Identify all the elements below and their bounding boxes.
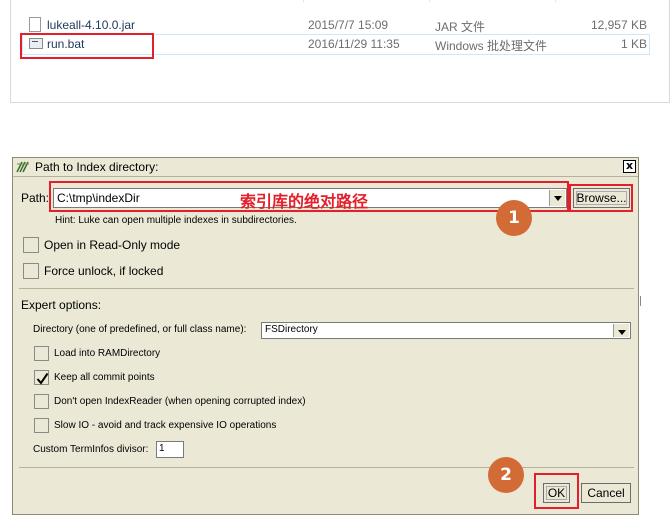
hint-text: Hint: Luke can open multiple indexes in … bbox=[55, 215, 297, 226]
batch-file-icon bbox=[29, 38, 43, 49]
file-name: lukeall-4.10.0.jar bbox=[47, 18, 136, 32]
column-separator[interactable] bbox=[555, 0, 556, 2]
keep-commit-points-checkbox[interactable] bbox=[34, 370, 49, 385]
annotation-absolute-path: 索引库的绝对路径 bbox=[240, 192, 369, 211]
slow-io-checkbox[interactable] bbox=[34, 418, 49, 433]
luke-app-icon bbox=[16, 161, 29, 173]
column-header-row bbox=[11, 0, 669, 6]
chevron-down-icon[interactable] bbox=[613, 324, 629, 337]
cancel-button[interactable]: Cancel bbox=[581, 483, 631, 503]
file-type: JAR 文件 bbox=[435, 20, 486, 34]
background-window-edge bbox=[640, 296, 641, 306]
checkmark-icon bbox=[36, 372, 49, 385]
readonly-label: Open in Read-Only mode bbox=[44, 238, 181, 252]
step-badge-1: 1 bbox=[496, 200, 532, 236]
ok-button-label: OK bbox=[547, 485, 566, 500]
file-type: Windows 批处理文件 bbox=[435, 39, 548, 53]
browse-button[interactable]: Browse... bbox=[573, 188, 630, 208]
file-row-jar[interactable]: lukeall-4.10.0.jar 2015/7/7 15:09 JAR 文件… bbox=[23, 16, 649, 35]
step-badge-2: 2 bbox=[488, 457, 524, 493]
explorer-file-list: lukeall-4.10.0.jar 2015/7/7 15:09 JAR 文件… bbox=[10, 0, 670, 103]
expert-options-title: Expert options: bbox=[21, 298, 102, 312]
path-to-index-dialog: Path to Index directory: x Path: C:\tmp\… bbox=[12, 157, 639, 515]
close-icon[interactable]: x bbox=[623, 160, 636, 173]
chevron-down-icon[interactable] bbox=[549, 190, 565, 206]
file-date: 2016/11/29 11:35 bbox=[308, 37, 400, 51]
divider bbox=[19, 467, 634, 468]
ok-button[interactable]: OK bbox=[543, 483, 570, 503]
file-size: 1 KB bbox=[620, 37, 647, 51]
slow-io-label: Slow IO - avoid and track expensive IO o… bbox=[54, 420, 277, 431]
divider bbox=[19, 288, 634, 289]
keep-commit-points-label: Keep all commit points bbox=[54, 372, 155, 383]
column-separator[interactable] bbox=[429, 0, 430, 2]
file-name: run.bat bbox=[47, 37, 85, 51]
browse-button-label: Browse... bbox=[576, 190, 627, 205]
file-row-bat[interactable]: run.bat 2016/11/29 11:35 Windows 批处理文件 1… bbox=[22, 34, 650, 55]
path-label: Path: bbox=[21, 191, 50, 205]
force-unlock-label: Force unlock, if locked bbox=[44, 264, 164, 278]
ram-directory-checkbox[interactable] bbox=[34, 346, 49, 361]
dialog-title: Path to Index directory: bbox=[35, 160, 159, 174]
file-size: 12,957 KB bbox=[590, 18, 647, 32]
force-unlock-checkbox[interactable] bbox=[23, 263, 39, 279]
directory-value[interactable]: FSDirectory bbox=[265, 324, 318, 335]
divisor-input[interactable]: 1 bbox=[156, 441, 184, 458]
file-icon bbox=[29, 17, 41, 32]
dont-open-reader-checkbox[interactable] bbox=[34, 394, 49, 409]
directory-label: Directory (one of predefined, or full cl… bbox=[33, 324, 247, 335]
ram-directory-label: Load into RAMDirectory bbox=[54, 348, 161, 359]
dialog-titlebar[interactable]: Path to Index directory: x bbox=[13, 158, 638, 177]
cancel-button-label: Cancel bbox=[587, 485, 625, 500]
dont-open-reader-label: Don't open IndexReader (when opening cor… bbox=[54, 396, 306, 407]
readonly-checkbox[interactable] bbox=[23, 237, 39, 253]
file-date: 2015/7/7 15:09 bbox=[308, 18, 389, 32]
divisor-label: Custom TermInfos divisor: bbox=[33, 444, 149, 455]
path-value[interactable]: C:\tmp\indexDir bbox=[57, 191, 140, 205]
column-separator[interactable] bbox=[303, 0, 304, 2]
directory-combobox[interactable]: FSDirectory bbox=[261, 322, 631, 339]
